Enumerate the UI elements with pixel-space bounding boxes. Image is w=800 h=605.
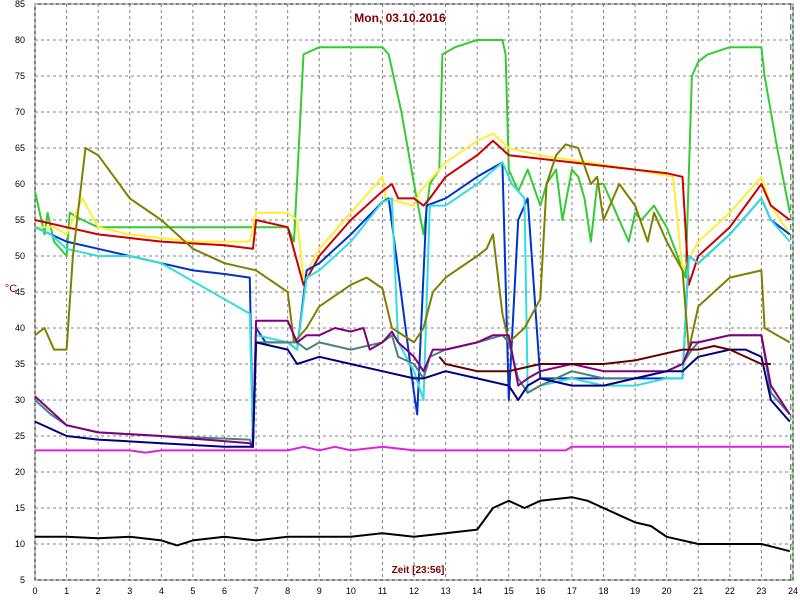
y-tick-label: 50	[15, 251, 25, 261]
series-lines	[34, 39, 791, 553]
x-tick-label: 3	[127, 586, 132, 596]
series-line-9	[34, 341, 791, 448]
series-line-12	[35, 496, 791, 553]
y-tick-label: 30	[15, 395, 25, 405]
x-tick-label: 11	[378, 586, 387, 596]
y-tick-label: 85	[15, 0, 25, 9]
x-tick-label: 19	[630, 586, 640, 596]
x-tick-label: 14	[472, 586, 482, 596]
x-tick-label: 9	[317, 586, 322, 596]
chart-title: Mon, 03.10.2016	[354, 11, 446, 25]
x-tick-label: 4	[159, 586, 164, 596]
series-line-11	[35, 445, 790, 454]
temperature-chart: 5 10 15 20 25 30 35 40 45 50 55 60 65 70 75 80 85 012345…	[0, 0, 800, 600]
x-tick-label: 13	[441, 586, 451, 596]
x-tick-label: 8	[285, 586, 290, 596]
x-tick-label: 1	[64, 586, 69, 596]
y-tick-label: 40	[15, 323, 25, 333]
y-tick-label: 55	[15, 215, 25, 225]
x-tick-label: 10	[346, 586, 356, 596]
y-tick-label: 5	[20, 575, 25, 585]
x-tick-label: 17	[567, 586, 577, 596]
x-tick-label: 0	[32, 586, 37, 596]
x-tick-label: 22	[725, 586, 735, 596]
y-tick-label: 65	[15, 143, 25, 153]
y-tick-label: 25	[15, 431, 25, 441]
series-line-1	[34, 39, 791, 279]
x-tick-label: 21	[693, 586, 703, 596]
x-tick-label: 6	[222, 586, 227, 596]
x-tick-label: 5	[190, 586, 195, 596]
x-tick-label: 18	[598, 586, 608, 596]
x-tick-label: 12	[409, 586, 419, 596]
x-tick-label: 23	[756, 586, 766, 596]
y-tick-label: 35	[15, 359, 25, 369]
y-tick-label: 15	[15, 503, 25, 513]
x-tick-label: 16	[535, 586, 545, 596]
x-axis-ticks: 0 1 2 3 4 5 6 7 8 9 10 11 12 13 14 15 16 17 18 19 20 21 22 23 24	[32, 586, 798, 596]
x-axis-label: Zeit [23:56]	[392, 565, 445, 576]
x-tick-label: 7	[254, 586, 259, 596]
y-axis-label: °C	[5, 283, 17, 295]
y-tick-label: 80	[15, 35, 25, 45]
y-tick-label: 20	[15, 467, 25, 477]
x-tick-label: 2	[96, 586, 101, 596]
x-tick-label: 15	[504, 586, 514, 596]
y-tick-label: 70	[15, 107, 25, 117]
x-tick-label: 24	[788, 586, 798, 596]
chart-canvas: 510152025303540455055606570758085 012345…	[5, 0, 798, 596]
grid	[34, 3, 794, 581]
x-tick-label: 20	[662, 586, 672, 596]
y-tick-label: 10	[15, 539, 25, 549]
y-tick-label: 60	[15, 179, 25, 189]
y-tick-label: 75	[15, 71, 25, 81]
series-line-10	[438, 345, 771, 373]
